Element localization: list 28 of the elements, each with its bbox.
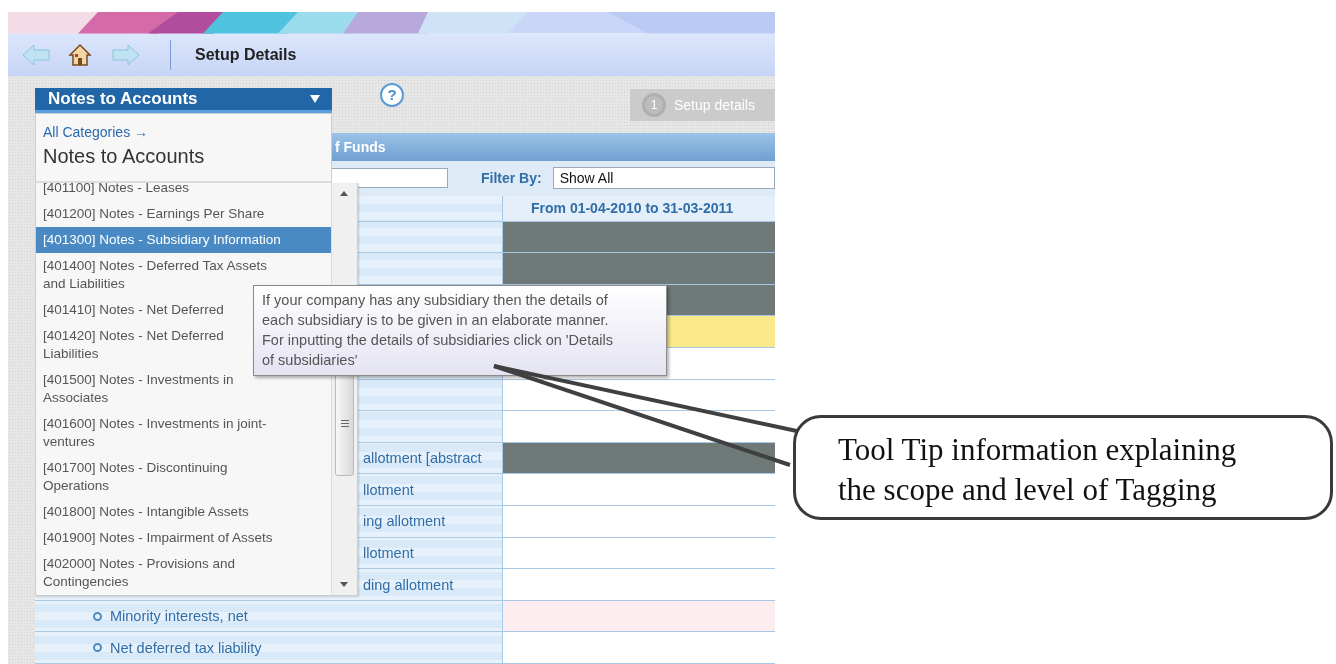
dropdown-heading: Notes to Accounts — [43, 145, 206, 168]
category-item[interactable]: [401600] Notes - Investments in joint-ventures — [36, 411, 286, 455]
filter-select[interactable]: Show All — [552, 167, 775, 190]
category-item[interactable]: [401500] Notes - Investments in Associates — [36, 367, 286, 411]
section-title: f Funds — [335, 138, 386, 155]
row-label: llotment — [363, 481, 414, 498]
callout-text: Tool Tip information explaining the scope and level of Tagging — [838, 432, 1237, 507]
row-label: Net deferred tax liability — [110, 639, 262, 656]
category-item[interactable]: [402000] Notes - Provisions and Contingencies — [36, 551, 286, 595]
category-item[interactable]: [401800] Notes - Intangible Assets — [36, 499, 256, 525]
tooltip-text: If your company has any subsidiary then the details of each subsidiary is to be given in an elaborate manner. For inputting the details of subsidiaries click on 'Details of subsidiaries' — [262, 292, 613, 368]
category-item[interactable]: [401410] Notes - Net Deferred — [36, 297, 231, 323]
row-label: ding allotment — [363, 576, 454, 593]
filter-label: Filter By: — [481, 170, 542, 187]
category-item[interactable]: [401300] Notes - Subsidiary Information — [36, 227, 332, 253]
category-dropdown[interactable]: Notes to Accounts — [35, 88, 332, 113]
row-label: llotment — [363, 544, 414, 561]
category-item[interactable]: [401200] Notes - Earnings Per Share — [36, 201, 272, 227]
category-item[interactable]: [401700] Notes - Discontinuing Operations — [36, 455, 286, 499]
category-item[interactable]: [401900] Notes - Impairment of Assets — [36, 525, 280, 551]
category-item[interactable]: [401100] Notes - Leases — [36, 183, 197, 201]
row-label: ing allotment — [363, 513, 446, 530]
row-label: Minority interests, net — [110, 608, 248, 625]
step-number: 1 — [642, 92, 666, 117]
help-icon[interactable]: ? — [380, 82, 404, 107]
all-categories-link[interactable]: All Categories → — [43, 124, 324, 140]
row-label: allotment [abstract — [363, 450, 482, 467]
page-title: Setup Details — [195, 45, 297, 64]
